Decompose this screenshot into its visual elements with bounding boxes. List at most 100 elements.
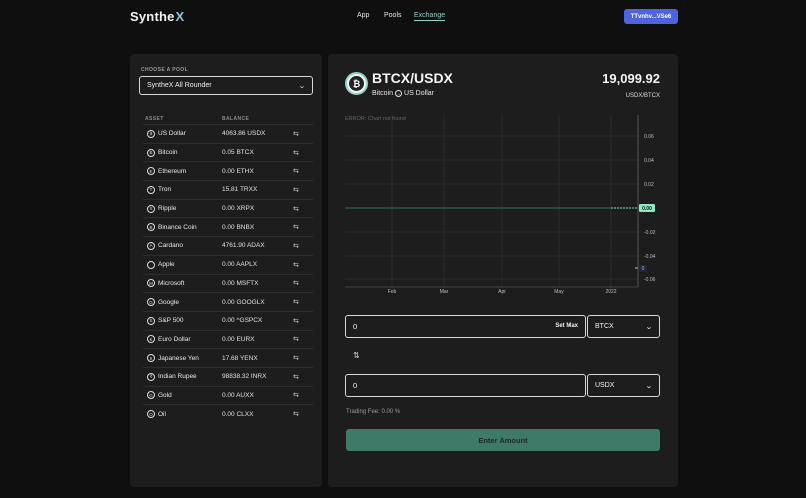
trading-fee: Trading Fee: 0.00 % <box>346 409 401 415</box>
swap-direction-icon[interactable]: ⇅ <box>353 351 360 360</box>
asset-balance: 0.00 GOOGLX <box>222 298 265 306</box>
asset-balance: 0.00 BNBX <box>222 223 255 231</box>
asset-icon: T <box>147 185 155 194</box>
asset-icon: € <box>147 335 155 344</box>
nav-exchange[interactable]: Exchange <box>414 12 446 21</box>
pair-to-name: US Dollar <box>404 90 434 97</box>
to-token-value: USDX <box>595 382 615 389</box>
asset-row[interactable]: B Bitcoin 0.05 BTCX ⇆ <box>143 142 313 162</box>
from-amount-input[interactable]: 0 Set Max <box>345 315 586 338</box>
asset-icon: B <box>147 148 155 157</box>
from-token-value: BTCX <box>595 323 614 330</box>
swap-icon[interactable]: ⇆ <box>293 298 299 306</box>
asset-row[interactable]: E Ethereum 0.00 ETHX ⇆ <box>143 161 313 180</box>
pair-title: BTCX/USDX <box>372 70 453 86</box>
to-amount-input[interactable]: 0 <box>345 374 586 397</box>
nav-app[interactable]: App <box>357 12 369 19</box>
asset-name: Cardano <box>158 242 183 250</box>
asset-row[interactable]: ₹ Indian Rupee 98838.32 INRX ⇆ <box>143 366 313 386</box>
nav-pools[interactable]: Pools <box>384 12 402 19</box>
swap-icon[interactable]: ⇆ <box>293 317 299 325</box>
swap-icon[interactable]: ⇆ <box>293 354 299 362</box>
asset-row[interactable]: X Ripple 0.00 XRPX ⇆ <box>143 198 313 218</box>
swap-icon[interactable]: ⇆ <box>293 279 299 287</box>
pool-select[interactable]: SyntheX All Rounder ⌄ <box>139 76 313 95</box>
swap-icon[interactable]: ⇆ <box>293 149 299 157</box>
pool-label: CHOOSE A POOL <box>141 67 189 73</box>
asset-icon: O <box>147 410 155 419</box>
asset-row[interactable]: O Oil 0.00 CLXX ⇆ <box>143 404 313 423</box>
asset-balance: 17.68 YENX <box>222 354 258 362</box>
swap-icon[interactable]: ⇆ <box>293 373 299 381</box>
chart-y-tick: 0.04 <box>644 158 654 164</box>
asset-name: US Dollar <box>158 130 186 138</box>
asset-row[interactable]: T Tron 15.81 TRXX ⇆ <box>143 180 313 199</box>
app-logo[interactable]: Synthe X <box>130 9 184 24</box>
asset-balance: 0.00 MSFTX <box>222 279 259 287</box>
asset-row[interactable]: B Binance Coin 0.00 BNBX ⇆ <box>143 217 313 236</box>
asset-row[interactable]: ¥ Japanese Yen 17.68 YENX ⇆ <box>143 348 313 367</box>
asset-balance: 0.00 ETHX <box>222 167 254 175</box>
asset-balance: 4761.90 ADAX <box>222 242 265 250</box>
swap-icon[interactable]: ⇆ <box>293 205 299 213</box>
set-max-button[interactable]: Set Max <box>555 323 578 329</box>
chart-svg: Feb Mar Apr May 2022 0.06 0.04 0.02 -0.02 -0.04 -0… <box>345 115 656 295</box>
asset-icon: S <box>147 316 155 325</box>
chart-y-tick: 0.02 <box>644 182 654 188</box>
chart-error: ERROR: Chart not found <box>345 116 406 122</box>
swap-icon[interactable]: ⇆ <box>293 242 299 250</box>
asset-icon <box>147 260 155 269</box>
asset-row[interactable]: G Gold 0.00 AUXX ⇆ <box>143 385 313 405</box>
to-token-select[interactable]: USDX ⌄ <box>587 374 660 397</box>
chart-y-tick: -0.06 <box>644 277 656 283</box>
asset-icon: B <box>147 223 155 232</box>
asset-icon: A <box>147 241 155 250</box>
asset-row[interactable]: M Microsoft 0.00 MSFTX ⇆ <box>143 273 313 293</box>
asset-balance: 0.00 EURX <box>222 335 255 343</box>
pool-panel: CHOOSE A POOL SyntheX All Rounder ⌄ ASSE… <box>130 54 322 487</box>
wallet-button[interactable]: TTvnhv...VSe6 <box>624 9 678 24</box>
asset-row[interactable]: G Google 0.00 GOOGLX ⇆ <box>143 292 313 311</box>
asset-list: $ US Dollar 4063.86 USDX ⇆ B Bitcoin 0.05 BTCX… <box>143 124 313 423</box>
logo-mark: X <box>175 9 185 24</box>
asset-balance: 0.00 ^GSPCX <box>222 317 263 325</box>
chevron-down-icon: ⌄ <box>298 83 306 90</box>
pair-subtitle: Bitcoin → US Dollar <box>372 90 434 97</box>
asset-name: Tron <box>158 186 172 194</box>
chevron-down-icon: ⌄ <box>645 383 653 390</box>
asset-row[interactable]: S S&P 500 0.00 ^GSPCX ⇆ <box>143 310 313 330</box>
asset-icon: ₹ <box>147 372 155 381</box>
bitcoin-icon: ₿ <box>345 72 368 95</box>
swap-icon[interactable]: ⇆ <box>293 410 299 418</box>
swap-icon[interactable]: ⇆ <box>293 335 299 343</box>
chart-x-tick: 2022 <box>605 289 616 295</box>
asset-name: Apple <box>158 261 175 269</box>
asset-name: Japanese Yen <box>158 354 199 362</box>
from-token-select[interactable]: BTCX ⌄ <box>587 315 660 338</box>
asset-name: Euro Dollar <box>158 335 191 343</box>
asset-row[interactable]: € Euro Dollar 0.00 EURX ⇆ <box>143 329 313 349</box>
col-asset: ASSET <box>145 116 164 122</box>
chevron-down-icon: ⌄ <box>645 324 653 331</box>
chart-y-tick: -0.04 <box>644 254 656 260</box>
price-unit: USDX/BTCX <box>625 93 660 99</box>
asset-row[interactable]: $ US Dollar 4063.86 USDX ⇆ <box>143 124 313 143</box>
asset-name: Ethereum <box>158 167 187 175</box>
pool-select-value: SyntheX All Rounder <box>147 82 212 89</box>
swap-icon[interactable]: ⇆ <box>293 130 299 138</box>
asset-row[interactable]: Apple 0.00 AAPLX ⇆ <box>143 254 313 274</box>
asset-row[interactable]: A Cardano 4761.90 ADAX ⇆ <box>143 236 313 255</box>
enter-amount-button[interactable]: Enter Amount <box>346 429 660 451</box>
exchange-panel: ₿ BTCX/USDX Bitcoin → US Dollar 19,099.9… <box>328 54 678 487</box>
swap-icon[interactable]: ⇆ <box>293 223 299 231</box>
swap-icon[interactable]: ⇆ <box>293 391 299 399</box>
swap-icon[interactable]: ⇆ <box>293 167 299 175</box>
arrow-right-icon: → <box>395 90 403 97</box>
asset-name: Ripple <box>158 205 177 213</box>
asset-icon: G <box>147 391 155 400</box>
asset-name: Bitcoin <box>158 149 178 157</box>
swap-icon[interactable]: ⇆ <box>293 261 299 269</box>
price-chart[interactable]: ERROR: Chart not found Feb Mar Apr May 2022 0… <box>345 115 661 301</box>
swap-icon[interactable]: ⇆ <box>293 186 299 194</box>
asset-icon: M <box>147 279 155 288</box>
